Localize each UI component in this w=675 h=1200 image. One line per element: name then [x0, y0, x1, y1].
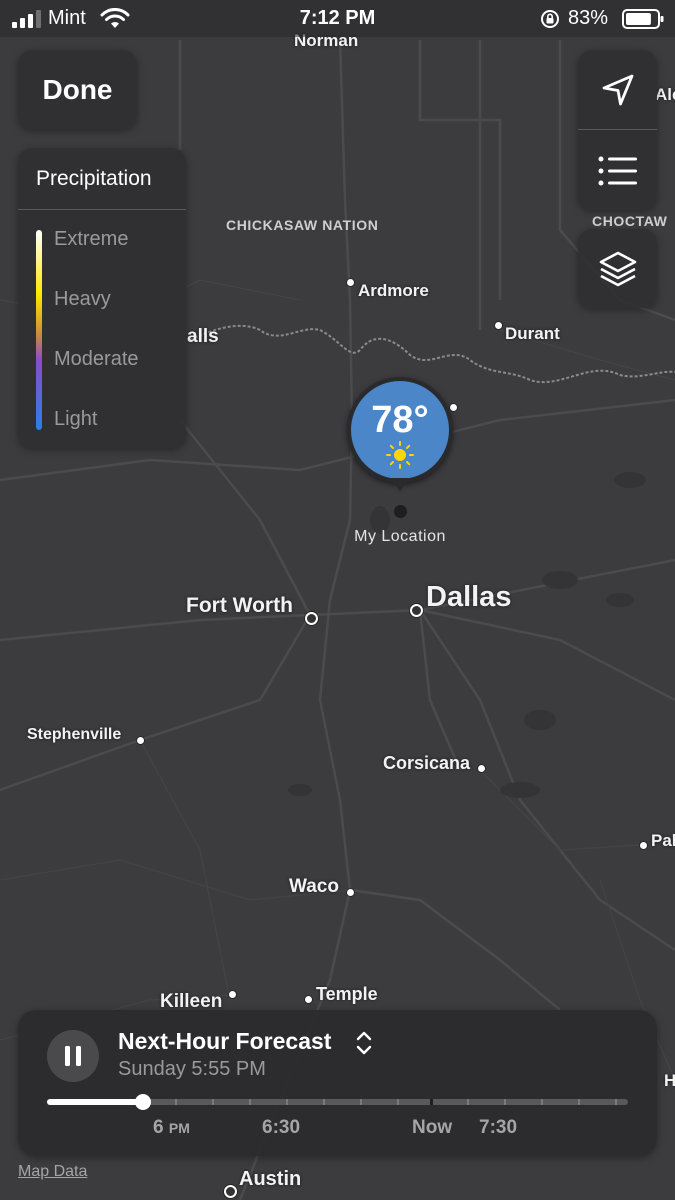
legend-title: Precipitation: [36, 167, 152, 190]
location-arrow-icon: [602, 74, 633, 105]
done-button[interactable]: Done: [18, 50, 137, 129]
temperature-value: 78°: [371, 399, 429, 441]
timeline-label-now: Now: [412, 1117, 453, 1138]
timeline-tick: [249, 1099, 251, 1105]
city-label-alls: alls: [187, 326, 219, 347]
city-dot-temple: [305, 996, 312, 1003]
city-label-dallas: Dallas: [426, 581, 512, 613]
timeline-scrubber[interactable]: [47, 1094, 628, 1110]
legend-label-moderate: Moderate: [54, 348, 139, 370]
pause-icon: [65, 1046, 81, 1066]
city-dot-durant: [495, 322, 502, 329]
timeline-tick: [467, 1099, 469, 1105]
list-icon: [598, 156, 637, 185]
marker-pointer: [391, 478, 409, 492]
orientation-lock-icon: [541, 10, 559, 28]
battery-percent: 83%: [568, 7, 609, 29]
timeline-label-6pm: 6 PM: [153, 1117, 190, 1139]
timeline-tick: [541, 1099, 543, 1105]
locations-list-button[interactable]: [578, 131, 657, 210]
timeline-tick: [360, 1099, 362, 1105]
controls-divider: [578, 129, 657, 130]
timeline-tick: [212, 1099, 214, 1105]
city-dot-dallas: [410, 604, 423, 617]
city-dot-fort-worth: [305, 612, 318, 625]
city-dot-stephenville: [137, 737, 144, 744]
city-dot-austin: [224, 1185, 237, 1198]
timeline-label-730: 7:30: [479, 1117, 518, 1138]
temperature-marker[interactable]: 78°: [347, 377, 453, 483]
city-label-ale: Ale: [655, 85, 675, 104]
chevron-up-down-icon[interactable]: [355, 1030, 373, 1056]
timeline-handle[interactable]: [134, 1094, 151, 1110]
city-label-fort-worth: Fort Worth: [186, 594, 293, 617]
city-label-temple: Temple: [316, 984, 378, 1004]
city-label-waco: Waco: [289, 876, 339, 897]
sun-icon: [386, 441, 414, 469]
city-label-austin: Austin: [239, 1168, 302, 1190]
my-location-dot: [394, 505, 407, 518]
legend-label-heavy: Heavy: [54, 288, 111, 310]
city-label-ardmore: Ardmore: [358, 281, 429, 300]
city-dot-ardmore: [347, 279, 354, 286]
city-dot-waco: [347, 889, 354, 896]
forecast-subtitle: Sunday 5:55 PM: [118, 1058, 266, 1080]
layers-icon: [599, 251, 636, 286]
timeline-tick: [615, 1099, 617, 1105]
map-layers-button[interactable]: [578, 229, 657, 308]
map-data-link[interactable]: Map Data: [18, 1163, 87, 1181]
battery-icon: [622, 9, 664, 29]
legend-color-scale: [36, 230, 42, 430]
timeline-tick: [578, 1099, 580, 1105]
timeline-tick: [323, 1099, 325, 1105]
city-label-h: H: [664, 1071, 675, 1090]
timeline-tick: [175, 1099, 177, 1105]
legend-label-light: Light: [54, 408, 98, 430]
legend-label-extreme: Extreme: [54, 228, 129, 250]
city-label-corsicana: Corsicana: [383, 753, 471, 773]
city-dot-corsicana: [478, 765, 485, 772]
city-dot-unnamed: [450, 404, 457, 411]
current-location-button[interactable]: [578, 50, 657, 129]
region-label-choctaw: CHOCTAW: [592, 213, 668, 229]
city-label-pal: Pal: [651, 831, 675, 850]
map-controls: [578, 50, 657, 210]
city-label-durant: Durant: [505, 324, 560, 343]
pause-button[interactable]: [47, 1030, 99, 1082]
timeline-tick: [286, 1099, 288, 1105]
timeline-label-pm: PM: [168, 1120, 190, 1136]
status-bar: Mint 7:12 PM 83%: [0, 0, 675, 37]
timeline-now-marker: [430, 1099, 433, 1105]
precipitation-legend: Precipitation Extreme Heavy Moderate Lig…: [18, 148, 186, 448]
timeline-progress: [47, 1099, 143, 1105]
city-dot-killeen: [229, 991, 236, 998]
city-label-stephenville: Stephenville: [27, 726, 122, 743]
timeline-label-6: 6: [153, 1117, 164, 1138]
timeline-label-630: 6:30: [262, 1117, 301, 1138]
timeline-tick: [397, 1099, 399, 1105]
my-location-label: My Location: [354, 528, 446, 545]
forecast-title[interactable]: Next-Hour Forecast: [118, 1028, 331, 1055]
timeline-tick: [504, 1099, 506, 1105]
legend-divider: [18, 209, 186, 210]
region-label-chickasaw: CHICKASAW NATION: [226, 217, 379, 233]
forecast-panel: Next-Hour Forecast Sunday 5:55 PM 6 PM 6…: [18, 1010, 657, 1156]
city-dot-pal: [640, 842, 647, 849]
